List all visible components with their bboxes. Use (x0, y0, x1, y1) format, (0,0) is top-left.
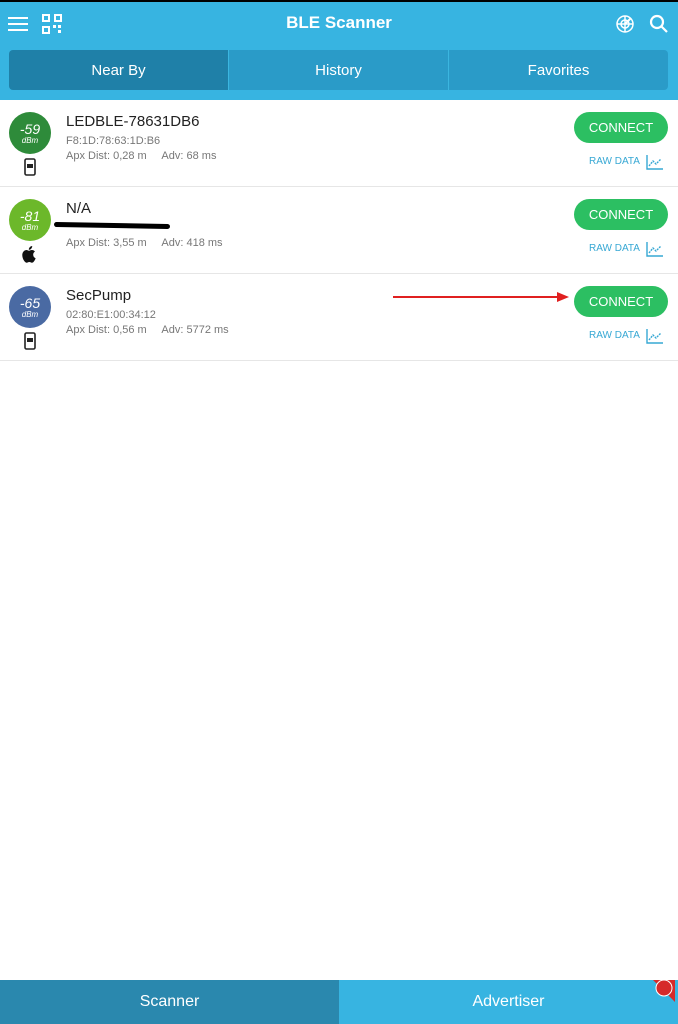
rssi-unit: dBm (21, 135, 39, 145)
line-chart-icon[interactable] (646, 154, 664, 170)
connect-button[interactable]: CONNECT (574, 112, 668, 143)
apple-icon (22, 246, 36, 263)
line-chart-icon[interactable] (646, 241, 664, 257)
tab-advertiser[interactable]: Advertiser (339, 980, 678, 1024)
dist-label: Apx Dist: (66, 324, 111, 336)
raw-data-link[interactable]: RAW DATA (589, 330, 640, 341)
adv-label: Adv: (161, 150, 184, 162)
connect-button[interactable]: CONNECT (574, 286, 668, 317)
dist-label: Apx Dist: (66, 150, 111, 162)
raw-data-link[interactable]: RAW DATA (589, 243, 640, 254)
bottom-tab-bar: Scanner Advertiser (0, 980, 678, 1024)
tab-bar: Near By History Favorites (9, 50, 668, 90)
tab-advertiser-label: Advertiser (472, 993, 545, 1010)
rssi-badge: -59 dBm (9, 112, 51, 154)
device-row[interactable]: -81 dBm N/A Apx Dist: 3,55 m Adv: 418 ms… (0, 187, 678, 274)
redaction-mark (53, 221, 171, 230)
phone-icon (24, 158, 36, 176)
dist-value: 3,55 m (113, 237, 147, 249)
tab-history[interactable]: History (228, 50, 448, 90)
adv-label: Adv: (161, 324, 184, 336)
tab-nearby[interactable]: Near By (9, 50, 228, 90)
new-badge-icon (653, 980, 675, 1002)
rssi-value: -65 (19, 294, 41, 311)
adv-label: Adv: (161, 237, 184, 249)
tab-scanner[interactable]: Scanner (0, 980, 339, 1024)
adv-value: 418 ms (186, 237, 223, 249)
adv-value: 5772 ms (186, 324, 229, 336)
connect-button[interactable]: CONNECT (574, 199, 668, 230)
dist-value: 0,56 m (113, 324, 147, 336)
adv-value: 68 ms (186, 150, 217, 162)
app-title: BLE Scanner (286, 13, 392, 32)
device-info: Apx Dist: 0,56 m Adv: 5772 ms (66, 324, 229, 336)
rssi-badge: -81 dBm (9, 199, 51, 241)
app-header: BLE Scanner Near By History Favorites (0, 2, 678, 100)
device-row[interactable]: -59 dBm LEDBLE-78631DB6 F8:1D:78:63:1D:B… (0, 100, 678, 187)
line-chart-icon[interactable] (646, 328, 664, 344)
device-mac: F8:1D:78:63:1D:B6 (66, 135, 161, 147)
rssi-value: -81 (19, 207, 41, 224)
annotation-arrow (393, 292, 569, 302)
rssi-value: -59 (19, 120, 41, 137)
device-row[interactable]: -65 dBm SecPump 02:80:E1:00:34:12 Apx Di… (0, 274, 678, 361)
device-name: N/A (66, 200, 92, 217)
tab-favorites[interactable]: Favorites (448, 50, 668, 90)
phone-icon (24, 332, 36, 350)
radar-icon[interactable] (613, 12, 637, 36)
raw-data-link[interactable]: RAW DATA (589, 156, 640, 167)
rssi-unit: dBm (21, 222, 39, 232)
device-name: LEDBLE-78631DB6 (66, 113, 200, 130)
device-mac: 02:80:E1:00:34:12 (66, 309, 156, 321)
device-list: -59 dBm LEDBLE-78631DB6 F8:1D:78:63:1D:B… (0, 100, 678, 361)
rssi-unit: dBm (21, 309, 39, 319)
search-icon[interactable] (647, 12, 671, 36)
dist-label: Apx Dist: (66, 237, 111, 249)
device-name: SecPump (66, 287, 132, 304)
device-info: Apx Dist: 0,28 m Adv: 68 ms (66, 150, 216, 162)
rssi-badge: -65 dBm (9, 286, 51, 328)
device-info: Apx Dist: 3,55 m Adv: 418 ms (66, 237, 223, 249)
dist-value: 0,28 m (113, 150, 147, 162)
